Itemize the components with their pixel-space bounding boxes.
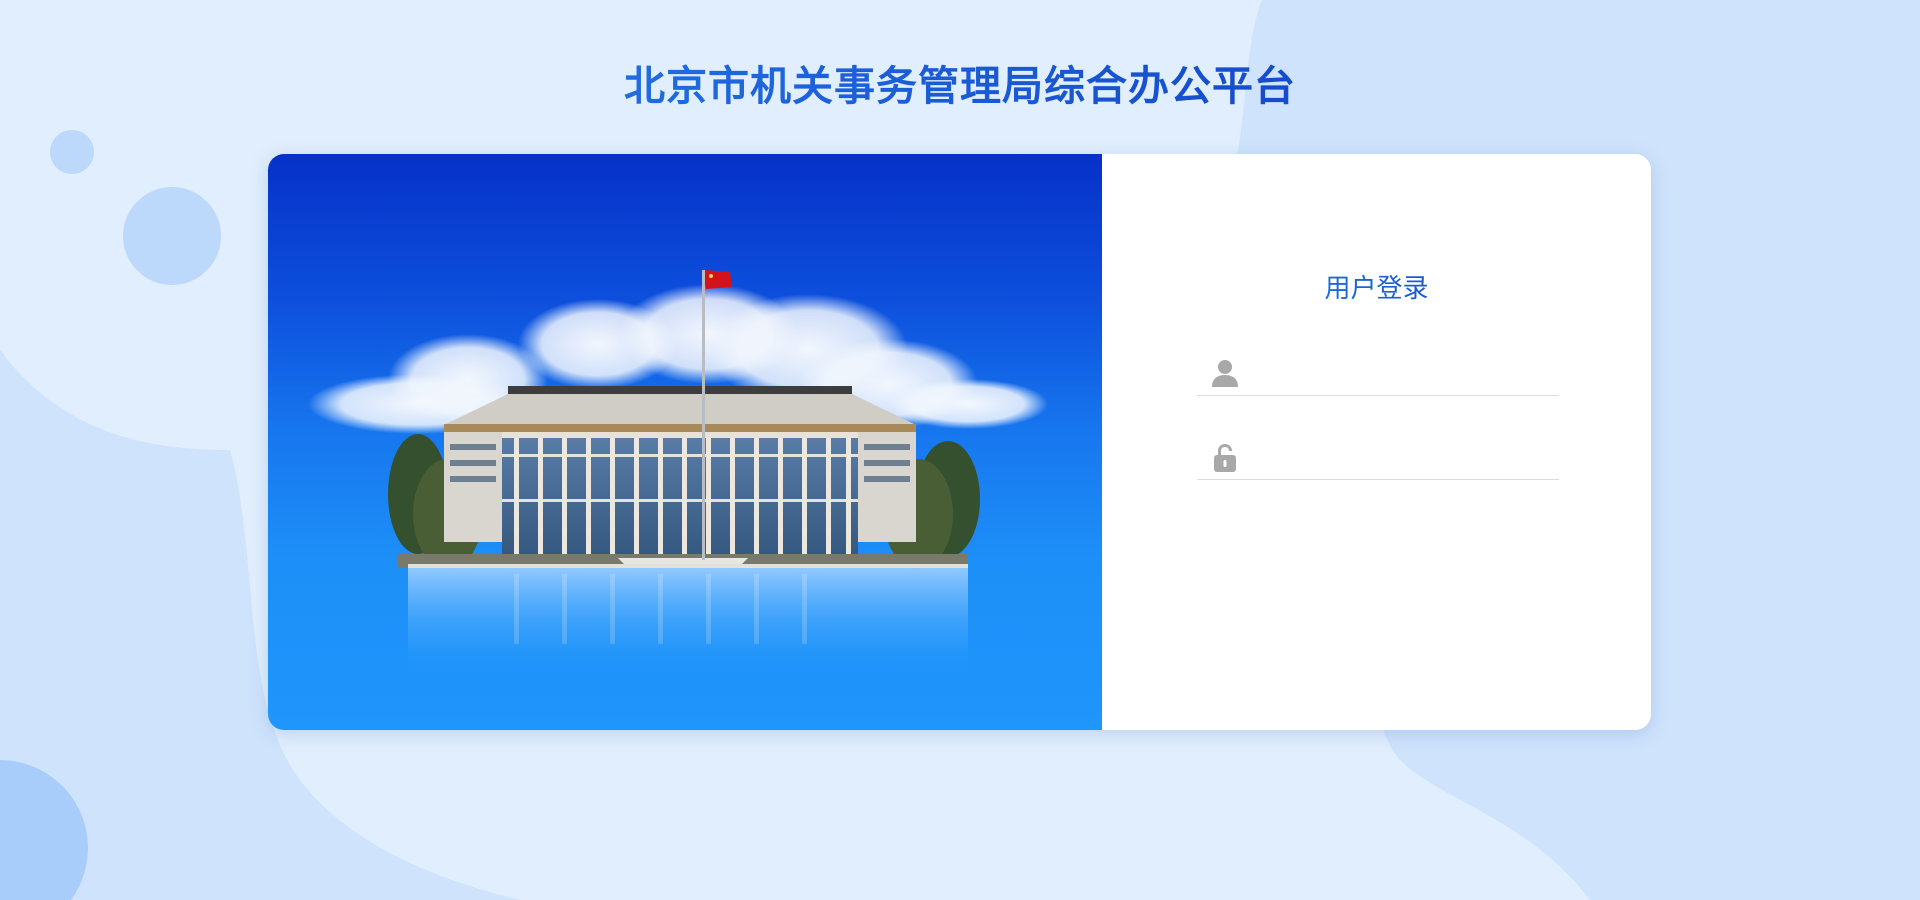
password-field	[1197, 431, 1559, 480]
lock-icon	[1214, 444, 1236, 472]
username-field	[1197, 347, 1559, 396]
login-card: 用户登录	[268, 154, 1651, 730]
flag	[705, 270, 732, 289]
login-panel: 用户登录	[1102, 154, 1651, 730]
login-title: 用户登录	[1102, 268, 1651, 305]
page-title: 北京市机关事务管理局综合办公平台	[0, 52, 1920, 112]
building-illustration	[268, 154, 1102, 730]
user-icon	[1212, 360, 1238, 387]
flag-pole	[702, 270, 705, 560]
password-input[interactable]	[1259, 439, 1553, 473]
username-input[interactable]	[1259, 355, 1553, 389]
building-image	[308, 270, 1048, 678]
